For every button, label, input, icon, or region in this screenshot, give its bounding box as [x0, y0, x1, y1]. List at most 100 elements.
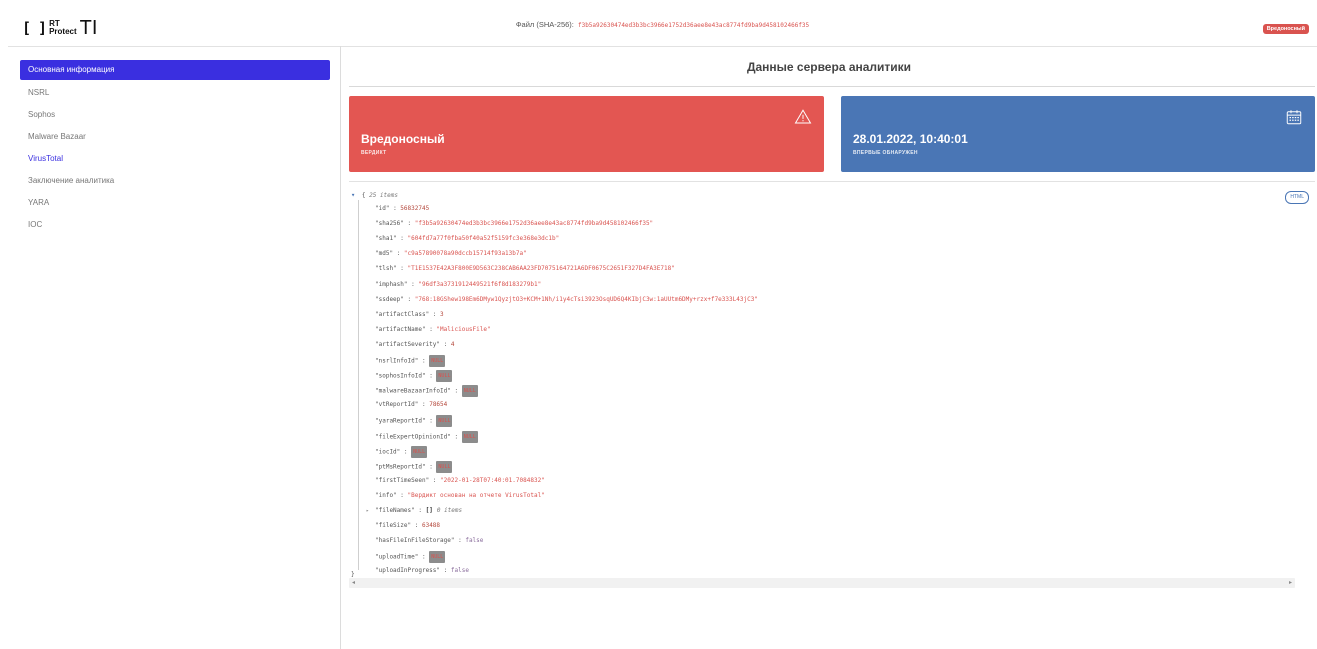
caret-right-icon[interactable]: ▸: [366, 506, 369, 516]
json-key: "fileExpertOpinionId": [375, 433, 451, 440]
json-field-row: "nsrlInfoId" : NULL: [375, 355, 446, 367]
json-value: "604fd7a77f0fba50f40a52f5159fc3e368e3dc1…: [407, 235, 560, 243]
top-bar: [ ] RT Protect TI Файл (SHA-256): f3b5a9…: [8, 8, 1317, 47]
json-field-row: ▸ "fileNames" : [] 0 items: [366, 506, 463, 516]
sidebar-item-main-info[interactable]: Основная информация: [20, 60, 330, 80]
json-value: false: [465, 537, 484, 545]
json-field-row: "tlsh" : "T1E1537E42A3F800E9D563C238CAB6…: [375, 264, 675, 274]
json-key: "sophosInfoId": [375, 372, 426, 380]
json-key: "uploadTime": [375, 553, 419, 561]
json-key: "info": [375, 491, 397, 499]
json-key: "md5": [375, 250, 394, 258]
json-array-count: 0 items: [436, 507, 463, 514]
json-separator: :: [425, 372, 437, 380]
cards-divider: [349, 181, 1315, 182]
verdict-badge: Вредоносный: [1262, 24, 1309, 34]
scroll-left-icon[interactable]: ◂: [352, 579, 355, 586]
json-null-value: NULL: [436, 370, 453, 383]
json-separator: :: [407, 280, 419, 288]
json-null-value: NULL: [429, 355, 446, 367]
json-separator: :: [411, 522, 422, 530]
file-hash-header: Файл (SHA-256): f3b5a92630474ed3b3bc3966…: [8, 20, 1317, 29]
json-field-row: "malwareBazaarInfoId" : NULL: [375, 385, 478, 398]
json-separator: :: [425, 325, 437, 333]
json-root-toggle[interactable]: ▾ { 25 items: [351, 190, 398, 200]
json-separator: :: [429, 310, 441, 318]
json-key: "fileNames": [375, 507, 415, 514]
json-separator: :: [414, 507, 426, 514]
caret-down-icon[interactable]: ▾: [351, 191, 355, 199]
json-field-row: "artifactSeverity" : 4: [375, 340, 455, 350]
json-separator: :: [425, 463, 437, 471]
json-key: "ptMsReportId": [375, 463, 426, 471]
json-key: "artifactSeverity": [375, 340, 441, 348]
scroll-right-icon[interactable]: ▸: [1289, 579, 1292, 586]
json-value: "96df3a3731912449521f6f8d183279b1": [418, 280, 542, 288]
sidebar-item-virustotal[interactable]: VirusTotal: [20, 149, 330, 169]
json-field-row: "uploadTime" : NULL: [375, 551, 446, 564]
calendar-icon: [1286, 110, 1302, 125]
sidebar-item-sophos[interactable]: Sophos: [20, 105, 330, 125]
json-key: "uploadInProgress": [375, 567, 441, 575]
json-value: []: [425, 507, 433, 514]
json-key: "sha256": [375, 220, 404, 228]
json-key: "firstTimeSeen": [375, 476, 430, 484]
json-null-value: NULL: [436, 415, 453, 428]
json-value: "f3b5a92630474ed3b3bc3966e1752d36aee8e43…: [414, 220, 654, 228]
json-field-row: "md5" : "c9a57890078a90dccb15714f93a13b7…: [375, 249, 527, 259]
json-separator: :: [400, 448, 412, 456]
json-key: "id": [375, 205, 390, 212]
json-value: "2022-01-28T07:40:01.7084832": [440, 476, 545, 484]
json-separator: :: [403, 220, 415, 228]
json-field-row: "fileExpertOpinionId" : NULL: [375, 430, 478, 443]
json-separator: :: [450, 387, 462, 395]
json-separator: :: [429, 476, 441, 484]
json-item-count: 25 items: [369, 192, 398, 199]
html-view-button[interactable]: HTML: [1285, 191, 1309, 204]
sidebar-item-malware-bazaar[interactable]: Malware Bazaar: [20, 127, 330, 147]
sidebar-item-ioc[interactable]: IOC: [20, 215, 330, 235]
json-field-row: "ssdeep" : "768:18GShew198Em6DMyw1QyzjtO…: [375, 295, 758, 305]
json-field-row: "uploadInProgress" : false: [375, 566, 469, 576]
json-value: 78654: [429, 401, 448, 409]
json-field-row: "info" : "Вердикт основан на отчете Viru…: [375, 491, 545, 501]
json-field-row: "vtReportId" : 78654: [375, 400, 447, 410]
json-separator: :: [450, 433, 462, 440]
json-field-row: "yaraReportId" : NULL: [375, 415, 453, 428]
json-field-row: "ptMsReportId" : NULL: [375, 460, 453, 473]
sidebar-item-nsrl[interactable]: NSRL: [20, 83, 330, 103]
json-key: "artifactName": [375, 325, 426, 333]
json-null-value: NULL: [411, 445, 428, 458]
json-field-row: "artifactName" : "MaliciousFile": [375, 325, 491, 335]
json-indent-line: [358, 200, 359, 570]
json-key: "imphash": [375, 280, 408, 288]
warning-triangle-icon: [794, 109, 812, 124]
json-field-row: "sha1" : "604fd7a77f0fba50f40a52f5159fc3…: [375, 234, 559, 244]
json-key: "sha1": [375, 235, 397, 243]
json-field-row: "sha256" : "f3b5a92630474ed3b3bc3966e175…: [375, 219, 653, 229]
json-separator: :: [393, 250, 404, 258]
json-field-row: "sophosInfoId" : NULL: [375, 370, 453, 383]
json-value: "Вердикт основан на отчете VirusTotal": [407, 491, 545, 499]
json-field-row: "iocId" : NULL: [375, 445, 428, 458]
json-separator: :: [418, 401, 430, 409]
json-value: false: [450, 567, 469, 575]
json-value: 3: [440, 310, 444, 318]
sidebar-item-analyst-conclusion[interactable]: Заключение аналитика: [20, 171, 330, 191]
first-seen-value: 28.01.2022, 10:40:01: [853, 132, 968, 146]
horizontal-scrollbar[interactable]: ◂ ▸: [349, 578, 1295, 588]
json-key: "vtReportId": [375, 401, 419, 409]
sidebar-item-yara[interactable]: YARA: [20, 193, 330, 213]
json-null-value: NULL: [461, 430, 478, 443]
json-key: "artifactClass": [375, 310, 430, 318]
json-field-row: "imphash" : "96df3a3731912449521f6f8d183…: [375, 280, 541, 290]
json-null-value: NULL: [461, 385, 478, 398]
json-field-row: "fileSize" : 63488: [375, 521, 440, 531]
json-key: "nsrlInfoId": [375, 357, 419, 365]
json-value: 56832745: [400, 205, 430, 212]
json-field-row: "id" : 56832745: [375, 204, 429, 214]
file-label: Файл (SHA-256):: [515, 20, 574, 29]
json-key: "tlsh": [375, 265, 397, 273]
logo-protect-text: Protect: [49, 27, 77, 36]
first-seen-card: 28.01.2022, 10:40:01 ВПЕРВЫЕ ОБНАРУЖЕН: [841, 96, 1315, 172]
